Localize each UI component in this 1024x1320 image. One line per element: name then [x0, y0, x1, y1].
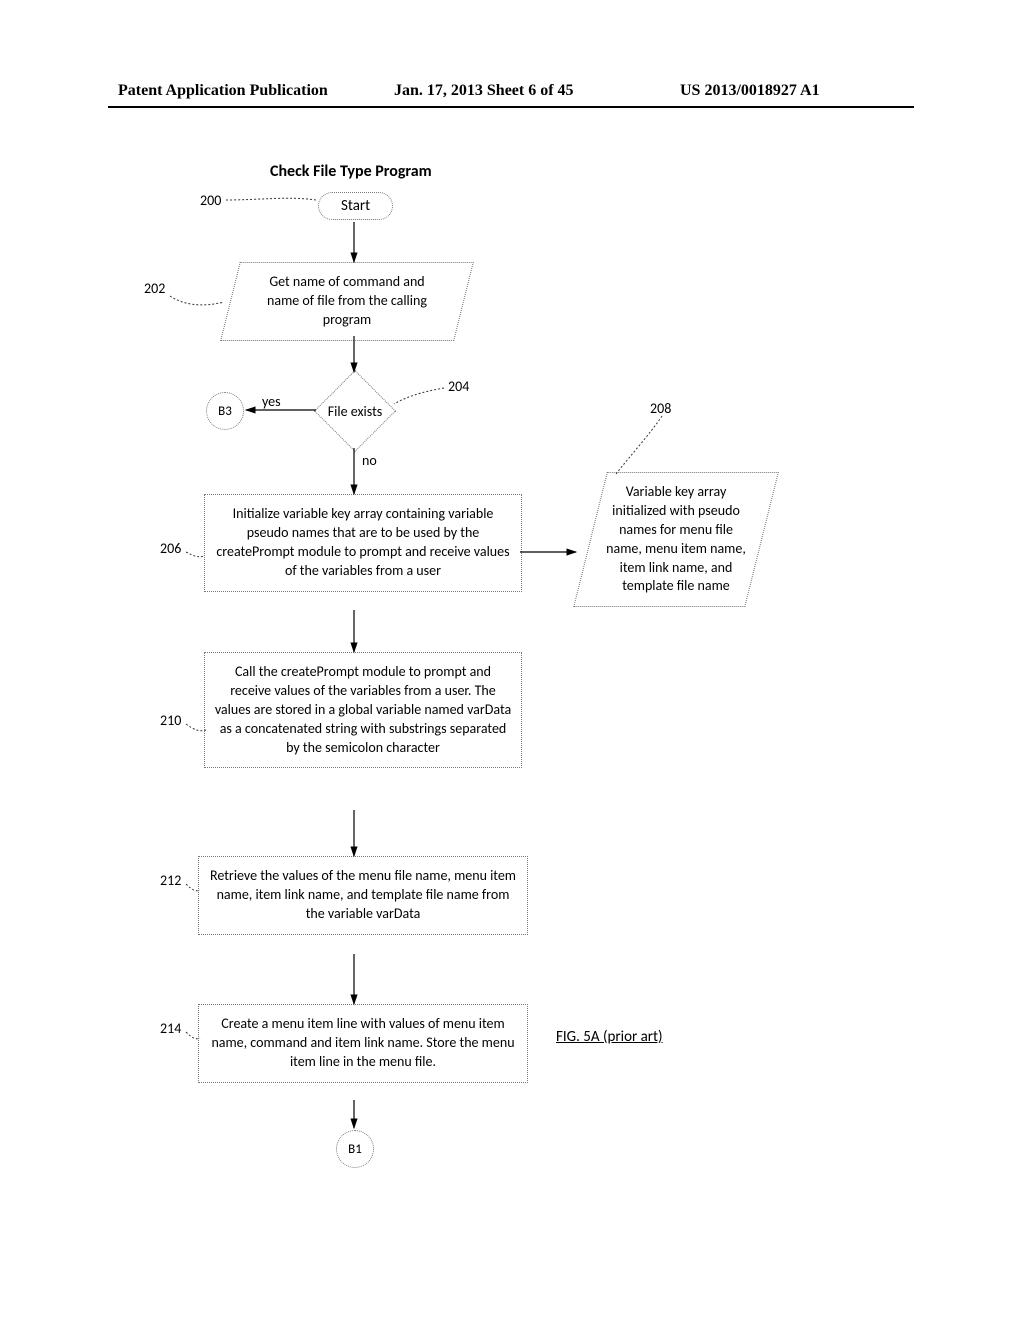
label-yes: yes — [262, 393, 281, 412]
refnum-202: 202 — [144, 280, 165, 297]
figure-caption: FIG. 5A (prior art) — [556, 1028, 663, 1046]
connector-b1: B1 — [336, 1130, 374, 1168]
header-mid: Jan. 17, 2013 Sheet 6 of 45 — [394, 82, 574, 100]
flowchart-title: Check File Type Program — [270, 162, 432, 181]
refnum-200: 200 — [200, 192, 221, 209]
header-right: US 2013/0018927 A1 — [680, 82, 820, 100]
refnum-214: 214 — [160, 1020, 181, 1037]
label-no: no — [362, 452, 377, 471]
process-214: Create a menu item line with values of m… — [198, 1004, 528, 1083]
refnum-208: 208 — [650, 400, 671, 417]
terminator-start: Start — [318, 192, 393, 220]
decision-204-label: File exists — [327, 383, 383, 439]
refnum-212: 212 — [160, 872, 181, 889]
header-rule — [108, 106, 914, 108]
annotation-208: Variable key array initialized with pseu… — [573, 472, 779, 607]
process-214-text: Create a menu item line with values of m… — [207, 1015, 519, 1072]
process-206-text: Initialize variable key array containing… — [213, 505, 513, 581]
io-step-202: Get name of command and name of file fro… — [220, 262, 474, 341]
header-left: Patent Application Publication — [118, 82, 328, 100]
refnum-204: 204 — [448, 378, 469, 395]
process-212-text: Retrieve the values of the menu file nam… — [207, 867, 519, 924]
process-210-text: Call the createPrompt module to prompt a… — [213, 663, 513, 757]
refnum-210: 210 — [160, 712, 181, 729]
process-212: Retrieve the values of the menu file nam… — [198, 856, 528, 935]
page-header: Patent Application Publication Jan. 17, … — [0, 82, 1024, 104]
process-210: Call the createPrompt module to prompt a… — [204, 652, 522, 768]
process-206: Initialize variable key array containing… — [204, 494, 522, 592]
annotation-208-text: Variable key array initialized with pseu… — [591, 473, 761, 606]
refnum-206: 206 — [160, 540, 181, 557]
connector-b3: B3 — [206, 392, 244, 430]
io-step-202-text: Get name of command and name of file fro… — [231, 263, 463, 340]
decision-204: File exists — [314, 370, 396, 452]
